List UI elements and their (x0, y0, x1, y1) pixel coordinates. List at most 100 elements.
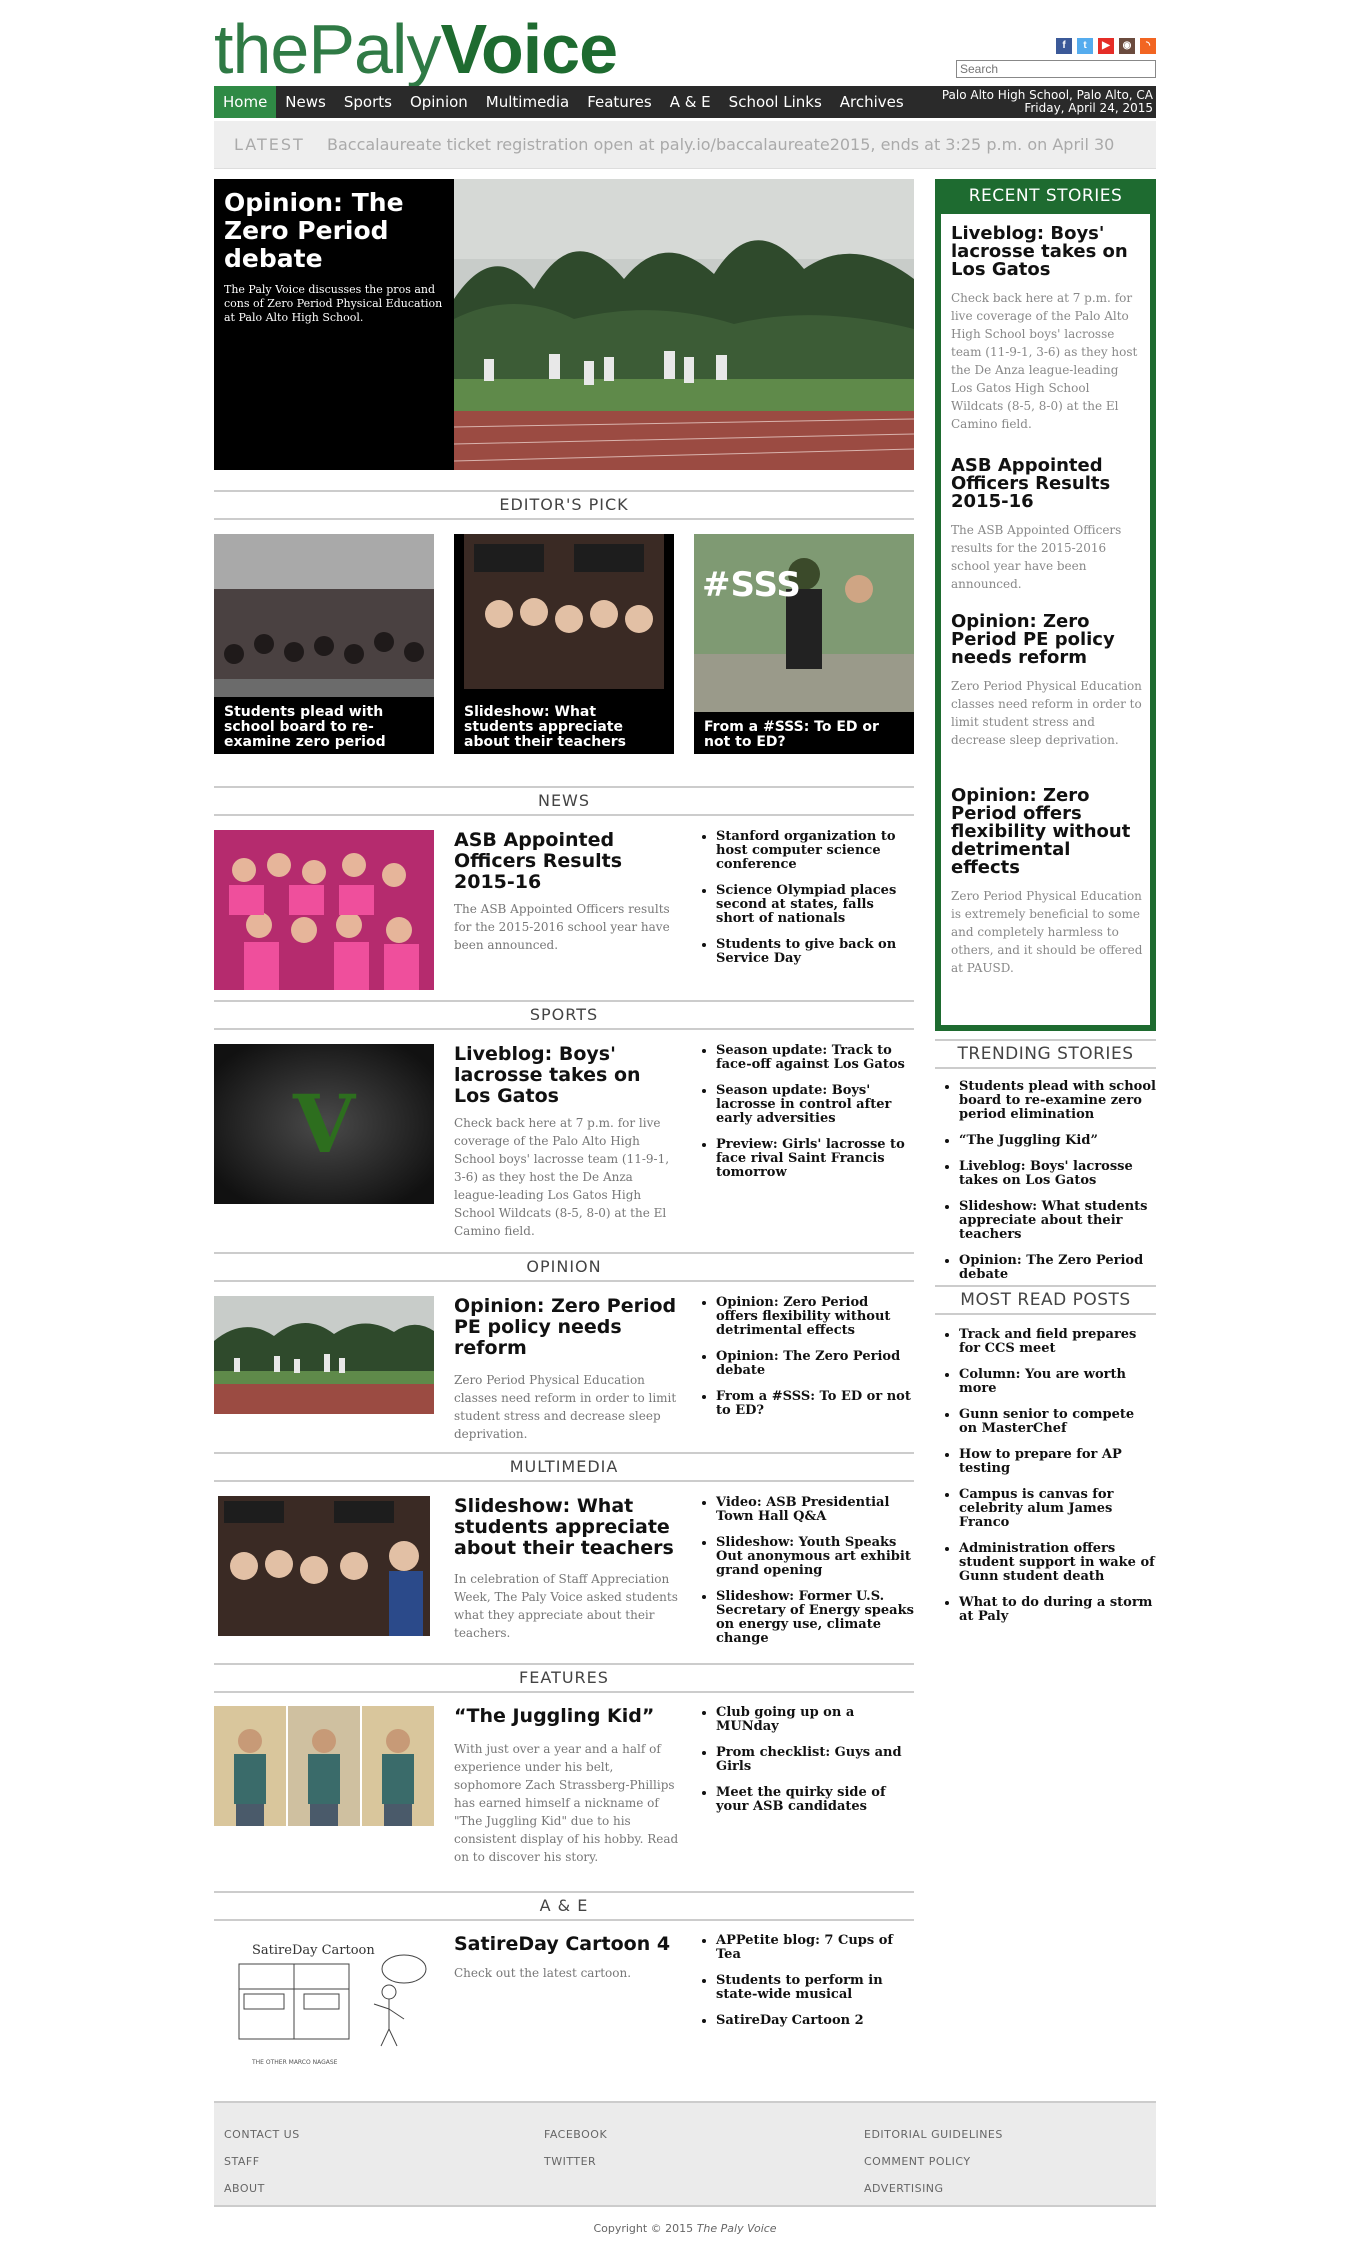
news-thumbnail[interactable] (214, 830, 434, 990)
logo-paly: Paly (308, 10, 441, 88)
most-read-link[interactable]: How to prepare for AP testing (959, 1448, 1156, 1476)
footer-link-comment-policy[interactable]: COMMENT POLICY (864, 2148, 1003, 2175)
trending-link[interactable]: Opinion: The Zero Period debate (959, 1254, 1156, 1282)
features-title[interactable]: “The Juggling Kid” (454, 1706, 679, 1727)
footer-link-facebook[interactable]: FACEBOOK (544, 2121, 607, 2148)
editors-pick-item[interactable]: Slideshow: What students appreciate abou… (454, 534, 674, 754)
footer-col-3: EDITORIAL GUIDELINES COMMENT POLICY ADVE… (864, 2121, 1003, 2202)
search-input[interactable] (956, 60, 1156, 78)
ae-thumbnail[interactable]: SatireDay Cartoon THE OTHER MARCO NAGASE (214, 1934, 434, 2074)
opinion-link[interactable]: Opinion: The Zero Period debate (716, 1350, 914, 1378)
footer-col-1: CONTACT US STAFF ABOUT (224, 2121, 300, 2202)
most-read-heading: MOST READ POSTS (935, 1285, 1156, 1315)
news-link[interactable]: Stanford organization to host computer s… (716, 830, 914, 872)
footer-link-twitter[interactable]: TWITTER (544, 2148, 607, 2175)
multimedia-link[interactable]: Video: ASB Presidential Town Hall Q&A (716, 1496, 914, 1524)
most-read-list: Track and field prepares for CCS meet Co… (935, 1328, 1156, 1636)
most-read-link[interactable]: What to do during a storm at Paly (959, 1596, 1156, 1624)
recent-story-title[interactable]: Opinion: Zero Period PE policy needs ref… (951, 613, 1143, 667)
ae-link[interactable]: APPetite blog: 7 Cups of Tea (716, 1934, 914, 1962)
opinion-link[interactable]: Opinion: Zero Period offers flexibility … (716, 1296, 914, 1338)
nav-opinion[interactable]: Opinion (401, 86, 477, 118)
sports-link[interactable]: Preview: Girls' lacrosse to face rival S… (716, 1138, 914, 1180)
sports-link[interactable]: Season update: Boys' lacrosse in control… (716, 1084, 914, 1126)
features-thumbnail[interactable] (214, 1706, 434, 1826)
multimedia-link[interactable]: Slideshow: Youth Speaks Out anonymous ar… (716, 1536, 914, 1578)
recent-story: ASB Appointed Officers Results 2015-16 T… (951, 457, 1143, 593)
recent-story: Liveblog: Boys' lacrosse takes on Los Ga… (951, 225, 1143, 433)
recent-story-title[interactable]: Liveblog: Boys' lacrosse takes on Los Ga… (951, 225, 1143, 279)
editors-pick-heading: EDITOR'S PICK (214, 490, 914, 520)
featured-story[interactable]: Opinion: The Zero Period debate The Paly… (214, 179, 914, 470)
copyright: Copyright © 2015 The Paly Voice (214, 2222, 1156, 2235)
instagram-icon[interactable]: ◉ (1119, 38, 1135, 54)
rss-icon[interactable]: ◝ (1140, 38, 1156, 54)
news-link[interactable]: Science Olympiad places second at states… (716, 884, 914, 926)
nav-multimedia[interactable]: Multimedia (477, 86, 578, 118)
footer-link-advertising[interactable]: ADVERTISING (864, 2175, 1003, 2202)
ae-title[interactable]: SatireDay Cartoon 4 (454, 1934, 679, 1955)
features-link[interactable]: Club going up on a MUNday (716, 1706, 914, 1734)
sports-title[interactable]: Liveblog: Boys' lacrosse takes on Los Ga… (454, 1044, 679, 1107)
trending-heading: TRENDING STORIES (935, 1039, 1156, 1069)
sports-thumbnail[interactable]: V (214, 1044, 434, 1204)
news-desc: The ASB Appointed Officers results for t… (454, 902, 670, 952)
opinion-desc: Zero Period Physical Education classes n… (454, 1373, 677, 1441)
sports-link[interactable]: Season update: Track to face-off against… (716, 1044, 914, 1072)
recent-story-title[interactable]: ASB Appointed Officers Results 2015-16 (951, 457, 1143, 511)
most-read-link[interactable]: Campus is canvas for celebrity alum Jame… (959, 1488, 1156, 1530)
nav-news[interactable]: News (276, 86, 335, 118)
recent-story-title[interactable]: Opinion: Zero Period offers flexibility … (951, 787, 1143, 877)
news-link[interactable]: Students to give back on Service Day (716, 938, 914, 966)
latest-ticker: LATEST Baccalaureate ticket registration… (214, 121, 1156, 169)
nav-features[interactable]: Features (578, 86, 661, 118)
features-link[interactable]: Prom checklist: Guys and Girls (716, 1746, 914, 1774)
facebook-icon[interactable]: f (1056, 38, 1072, 54)
editors-pick-item[interactable]: Students plead with school board to re-e… (214, 534, 434, 754)
recent-story-desc: Zero Period Physical Education classes n… (951, 679, 1142, 747)
nav-ae[interactable]: A & E (661, 86, 720, 118)
most-read-link[interactable]: Gunn senior to compete on MasterChef (959, 1408, 1156, 1436)
trending-link[interactable]: “The Juggling Kid” (959, 1134, 1156, 1148)
editors-pick-item[interactable]: #SSS From a #SSS: To ED or not to ED? (694, 534, 914, 754)
trending-link[interactable]: Slideshow: What students appreciate abou… (959, 1200, 1156, 1242)
latest-text[interactable]: Baccalaureate ticket registration open a… (327, 135, 1114, 154)
opinion-link[interactable]: From a #SSS: To ED or not to ED? (716, 1390, 914, 1418)
most-read-link[interactable]: Track and field prepares for CCS meet (959, 1328, 1156, 1356)
nav-archives[interactable]: Archives (831, 86, 913, 118)
sports-section: V Liveblog: Boys' lacrosse takes on Los … (214, 1044, 914, 1244)
cartoon-credit: THE OTHER MARCO NAGASE (251, 2059, 338, 2066)
opinion-title[interactable]: Opinion: Zero Period PE policy needs ref… (454, 1296, 679, 1359)
most-read-link[interactable]: Administration offers student support in… (959, 1542, 1156, 1584)
ae-link[interactable]: SatireDay Cartoon 2 (716, 2014, 914, 2028)
copyright-publication: The Paly Voice (696, 2222, 777, 2235)
opinion-thumbnail[interactable] (214, 1296, 434, 1414)
ae-link[interactable]: Students to perform in state-wide musica… (716, 1974, 914, 2002)
social-links: f t ▶ ◉ ◝ (1056, 38, 1156, 54)
nav-school-links[interactable]: School Links (720, 86, 831, 118)
features-link[interactable]: Meet the quirky side of your ASB candida… (716, 1786, 914, 1814)
site-footer: CONTACT US STAFF ABOUT FACEBOOK TWITTER … (214, 2101, 1156, 2207)
trending-link[interactable]: Liveblog: Boys' lacrosse takes on Los Ga… (959, 1160, 1156, 1188)
footer-link-contact[interactable]: CONTACT US (224, 2121, 300, 2148)
trending-link[interactable]: Students plead with school board to re-e… (959, 1080, 1156, 1122)
most-read-link[interactable]: Column: You are worth more (959, 1368, 1156, 1396)
featured-title[interactable]: Opinion: The Zero Period debate (224, 189, 444, 273)
multimedia-thumbnail[interactable] (214, 1496, 434, 1636)
multimedia-link[interactable]: Slideshow: Former U.S. Secretary of Ener… (716, 1590, 914, 1646)
multimedia-title[interactable]: Slideshow: What students appreciate abou… (454, 1496, 679, 1559)
footer-link-about[interactable]: ABOUT (224, 2175, 300, 2202)
nav-home[interactable]: Home (214, 86, 277, 118)
ae-heading: A & E (214, 1891, 914, 1921)
recent-story-desc: Zero Period Physical Education is extrem… (951, 889, 1143, 975)
footer-link-staff[interactable]: STAFF (224, 2148, 300, 2175)
site-logo[interactable]: thePalyVoice (214, 10, 618, 88)
footer-link-editorial[interactable]: EDITORIAL GUIDELINES (864, 2121, 1003, 2148)
current-date: Friday, April 24, 2015 (1024, 101, 1153, 115)
news-title[interactable]: ASB Appointed Officers Results 2015-16 (454, 830, 679, 893)
youtube-icon[interactable]: ▶ (1098, 38, 1114, 54)
featured-image[interactable] (454, 179, 914, 470)
twitter-icon[interactable]: t (1077, 38, 1093, 54)
multimedia-heading: MULTIMEDIA (214, 1452, 914, 1482)
nav-sports[interactable]: Sports (335, 86, 401, 118)
